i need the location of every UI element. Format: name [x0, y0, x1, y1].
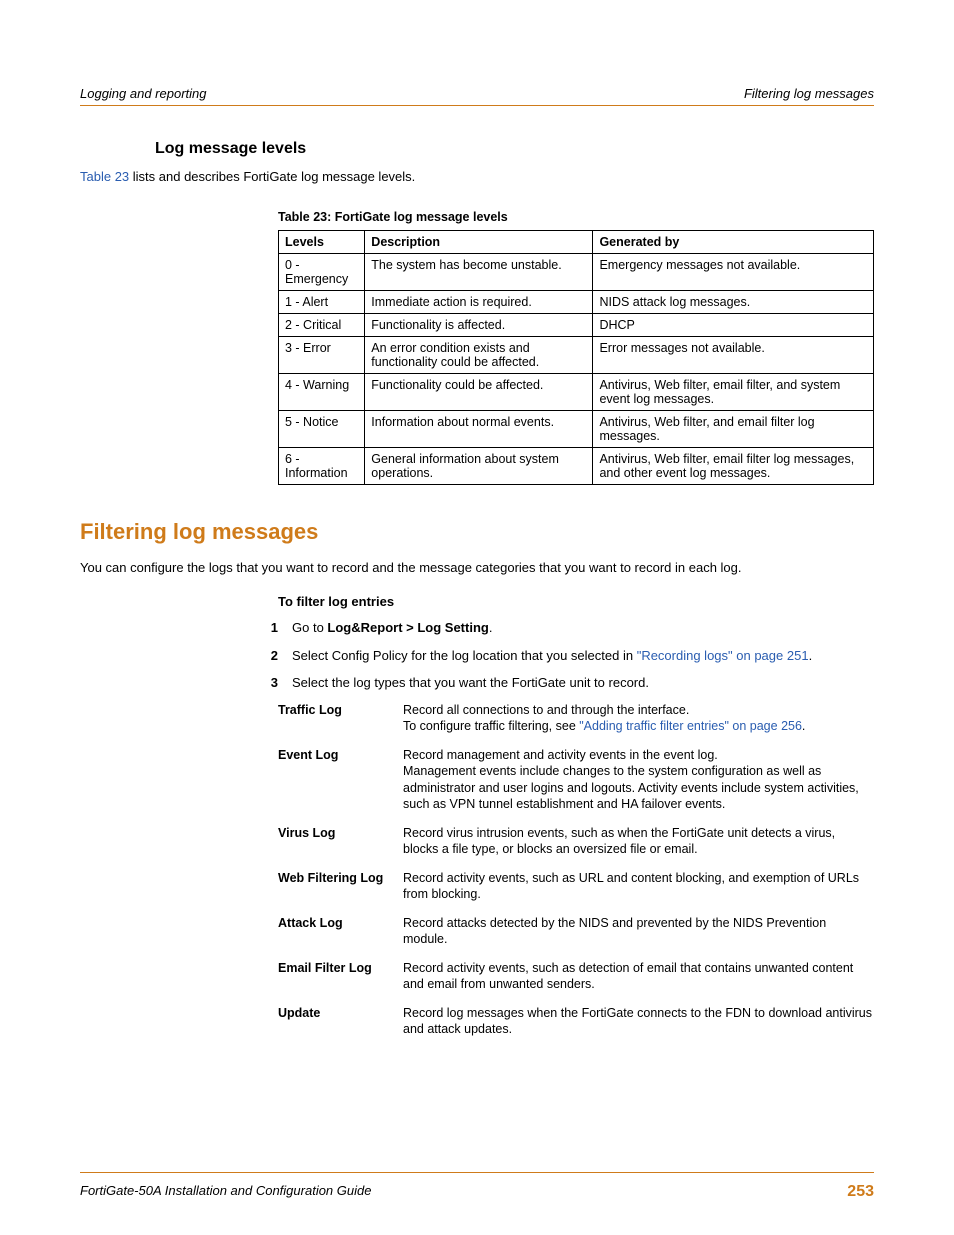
step-body: Go to Log&Report > Log Setting. [292, 619, 874, 637]
xref-table-23[interactable]: Table 23 [80, 169, 129, 184]
table-row: 3 - Error An error condition exists and … [279, 336, 874, 373]
def-desc: Record activity events, such as URL and … [403, 870, 874, 903]
step-3: 3 Select the log types that you want the… [240, 674, 874, 692]
cell-desc: An error condition exists and functional… [365, 336, 593, 373]
running-header: Logging and reporting Filtering log mess… [80, 86, 874, 101]
header-right: Filtering log messages [744, 86, 874, 101]
cell-gen: Error messages not available. [593, 336, 874, 373]
table-row: 6 - Information General information abou… [279, 447, 874, 484]
cell-gen: DHCP [593, 313, 874, 336]
cell-level: 5 - Notice [279, 410, 365, 447]
heading-log-message-levels: Log message levels [155, 140, 874, 158]
def-line: Management events include changes to the… [403, 764, 859, 811]
step-number: 2 [240, 647, 292, 665]
page-number: 253 [847, 1183, 874, 1201]
cell-gen: Emergency messages not available. [593, 253, 874, 290]
cell-desc: The system has become unstable. [365, 253, 593, 290]
xref-recording-logs[interactable]: "Recording logs" on page 251 [637, 648, 809, 663]
def-desc: Record log messages when the FortiGate c… [403, 1005, 874, 1038]
def-desc: Record activity events, such as detectio… [403, 960, 874, 993]
col-levels: Levels [279, 230, 365, 253]
def-term: Virus Log [278, 825, 403, 858]
def-virus-log: Virus Log Record virus intrusion events,… [278, 825, 874, 858]
table-row: 5 - Notice Information about normal even… [279, 410, 874, 447]
step-2: 2 Select Config Policy for the log locat… [240, 647, 874, 665]
log-levels-table: Levels Description Generated by 0 - Emer… [278, 230, 874, 485]
step-text-end: . [489, 620, 493, 635]
running-footer: FortiGate-50A Installation and Configura… [80, 1183, 874, 1201]
cell-level: 0 - Emergency [279, 253, 365, 290]
ui-path: Log&Report > Log Setting [327, 620, 488, 635]
def-line: Record management and activity events in… [403, 748, 718, 762]
step-text: Go to [292, 620, 327, 635]
step-body: Select Config Policy for the log locatio… [292, 647, 874, 665]
def-term: Event Log [278, 747, 403, 813]
def-desc: Record management and activity events in… [403, 747, 874, 813]
def-term: Attack Log [278, 915, 403, 948]
xref-adding-traffic-filter[interactable]: "Adding traffic filter entries" on page … [579, 719, 802, 733]
cell-desc: Functionality is affected. [365, 313, 593, 336]
cell-desc: Immediate action is required. [365, 290, 593, 313]
log-type-definitions: Traffic Log Record all connections to an… [278, 702, 874, 1038]
def-update: Update Record log messages when the Fort… [278, 1005, 874, 1038]
table-row: 4 - Warning Functionality could be affec… [279, 373, 874, 410]
heading-filtering-log-messages: Filtering log messages [80, 519, 874, 545]
table-row: 1 - Alert Immediate action is required. … [279, 290, 874, 313]
table-header-row: Levels Description Generated by [279, 230, 874, 253]
col-generated-by: Generated by [593, 230, 874, 253]
def-desc: Record all connections to and through th… [403, 702, 874, 735]
cell-level: 2 - Critical [279, 313, 365, 336]
def-attack-log: Attack Log Record attacks detected by th… [278, 915, 874, 948]
document-page: Logging and reporting Filtering log mess… [0, 0, 954, 1235]
table-row: 2 - Critical Functionality is affected. … [279, 313, 874, 336]
cell-level: 6 - Information [279, 447, 365, 484]
cell-level: 4 - Warning [279, 373, 365, 410]
cell-desc: Information about normal events. [365, 410, 593, 447]
def-term: Update [278, 1005, 403, 1038]
step-number: 1 [240, 619, 292, 637]
cell-gen: Antivirus, Web filter, email filter log … [593, 447, 874, 484]
def-term: Email Filter Log [278, 960, 403, 993]
header-rule [80, 105, 874, 106]
col-description: Description [365, 230, 593, 253]
procedure-title: To filter log entries [278, 594, 874, 609]
def-email-filter-log: Email Filter Log Record activity events,… [278, 960, 874, 993]
step-number: 3 [240, 674, 292, 692]
intro-text: lists and describes FortiGate log messag… [129, 169, 415, 184]
def-desc: Record virus intrusion events, such as w… [403, 825, 874, 858]
cell-desc: General information about system operati… [365, 447, 593, 484]
footer-left: FortiGate-50A Installation and Configura… [80, 1183, 371, 1201]
step-body: Select the log types that you want the F… [292, 674, 874, 692]
intro-paragraph: Table 23 lists and describes FortiGate l… [80, 168, 874, 186]
def-line-pre: To configure traffic filtering, see [403, 719, 579, 733]
step-1: 1 Go to Log&Report > Log Setting. [240, 619, 874, 637]
step-text-end: . [809, 648, 813, 663]
cell-level: 1 - Alert [279, 290, 365, 313]
cell-desc: Functionality could be affected. [365, 373, 593, 410]
cell-gen: Antivirus, Web filter, email filter, and… [593, 373, 874, 410]
table-caption: Table 23: FortiGate log message levels [278, 210, 874, 224]
cell-gen: NIDS attack log messages. [593, 290, 874, 313]
table-row: 0 - Emergency The system has become unst… [279, 253, 874, 290]
header-left: Logging and reporting [80, 86, 207, 101]
def-line-post: . [802, 719, 805, 733]
def-traffic-log: Traffic Log Record all connections to an… [278, 702, 874, 735]
footer-rule [80, 1172, 874, 1173]
step-text: Select Config Policy for the log locatio… [292, 648, 637, 663]
def-event-log: Event Log Record management and activity… [278, 747, 874, 813]
cell-gen: Antivirus, Web filter, and email filter … [593, 410, 874, 447]
def-term: Web Filtering Log [278, 870, 403, 903]
def-term: Traffic Log [278, 702, 403, 735]
def-web-filtering-log: Web Filtering Log Record activity events… [278, 870, 874, 903]
cell-level: 3 - Error [279, 336, 365, 373]
section2-intro: You can configure the logs that you want… [80, 559, 874, 577]
def-line: Record all connections to and through th… [403, 703, 689, 717]
def-desc: Record attacks detected by the NIDS and … [403, 915, 874, 948]
